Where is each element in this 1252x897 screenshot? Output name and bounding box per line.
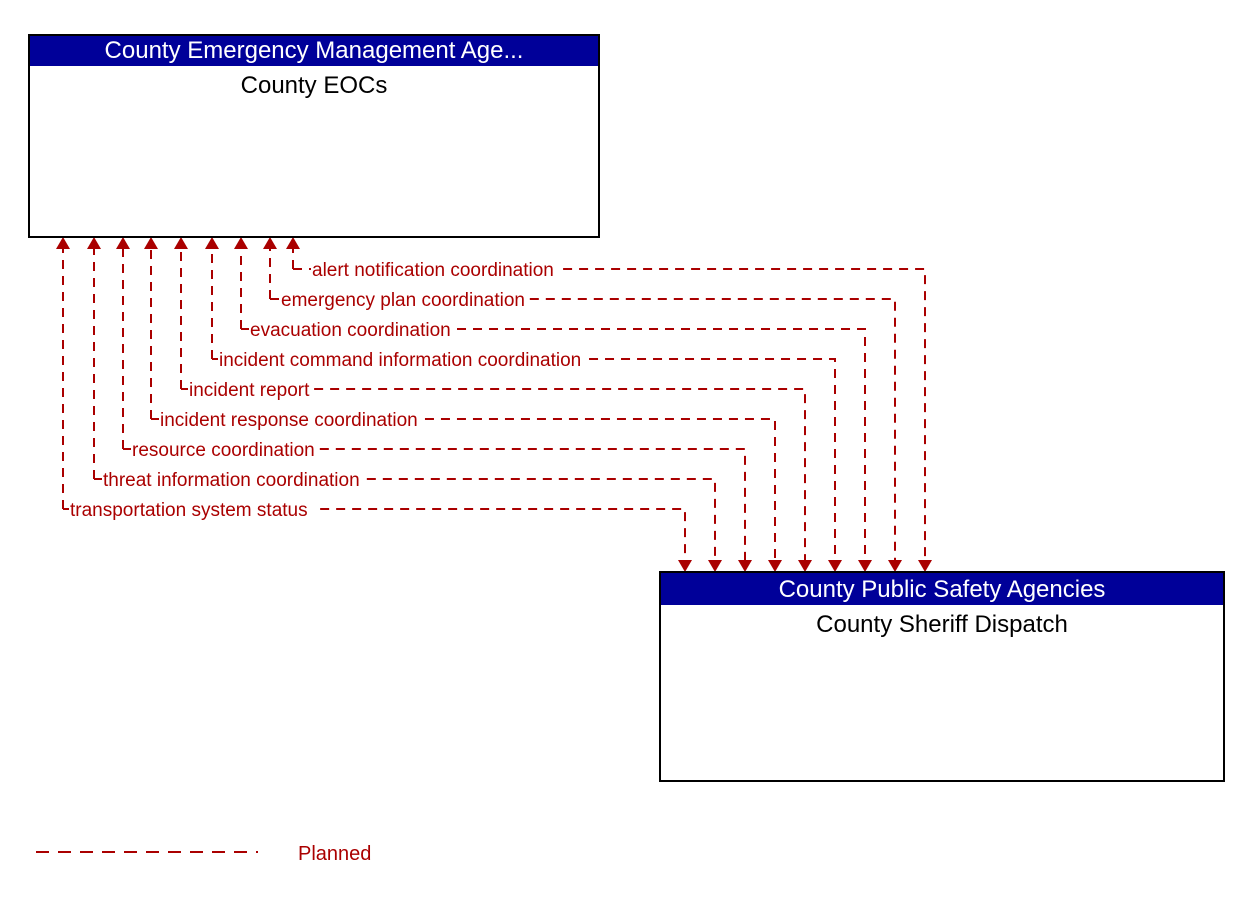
flow-line-down-alert-notification-coordination (563, 268, 926, 560)
flow-line-down-transportation-system-status (320, 508, 686, 560)
arrowhead-into-target-incident-command-information-coordination (828, 560, 842, 572)
flow-line-down-resource-coordination (319, 448, 746, 560)
arrowhead-into-source-evacuation-coordination (234, 237, 248, 249)
flow-label-incident-report: incident report (189, 380, 310, 401)
arrowhead-into-target-evacuation-coordination (858, 560, 872, 572)
diagram-canvas: alert notification coordination emergency… (28, 34, 1225, 865)
source-box-header-label: County Emergency Management Age... (105, 37, 524, 64)
flow-line-down-incident-response-coordination (424, 418, 776, 560)
legend-label-planned: Planned (298, 843, 371, 865)
flow-line-down-threat-information-coordination (366, 478, 716, 560)
target-box-name-label: County Sheriff Dispatch (816, 611, 1068, 638)
arrowhead-into-target-resource-coordination (738, 560, 752, 572)
arrowhead-into-target-threat-information-coordination (708, 560, 722, 572)
arrowhead-into-source-incident-command-information-coordination (205, 237, 219, 249)
arrowhead-into-source-incident-report (174, 237, 188, 249)
arrowheads-group (56, 237, 932, 572)
arrowhead-into-source-emergency-plan-coordination (263, 237, 277, 249)
flow-line-down-emergency-plan-coordination (529, 298, 896, 560)
arrowhead-into-target-incident-response-coordination (768, 560, 782, 572)
arrowhead-into-target-alert-notification-coordination (918, 560, 932, 572)
arrowhead-into-source-resource-coordination (116, 237, 130, 249)
architecture-flow-diagram: alert notification coordination emergency… (0, 0, 1252, 897)
arrowhead-into-source-incident-response-coordination (144, 237, 158, 249)
flow-label-resource-coordination: resource coordination (132, 440, 315, 461)
target-box[interactable]: County Public Safety Agencies County She… (659, 571, 1225, 782)
arrowhead-into-source-threat-information-coordination (87, 237, 101, 249)
flow-label-alert-notification-coordination: alert notification coordination (312, 260, 554, 281)
arrowhead-into-source-transportation-system-status (56, 237, 70, 249)
arrowhead-into-target-incident-report (798, 560, 812, 572)
arrowhead-into-source-alert-notification-coordination (286, 237, 300, 249)
target-box-header-label: County Public Safety Agencies (779, 576, 1106, 603)
arrowhead-into-target-transportation-system-status (678, 560, 692, 572)
legend: Planned (36, 843, 371, 865)
source-box[interactable]: County Emergency Management Age... Count… (28, 34, 600, 238)
flow-label-transportation-system-status: transportation system status (70, 500, 308, 521)
flow-label-evacuation-coordination: evacuation coordination (250, 320, 451, 341)
flow-label-threat-information-coordination: threat information coordination (103, 470, 360, 491)
flow-labels-group: alert notification coordination emergency… (70, 260, 581, 521)
flow-label-incident-command-information-coordination: incident command information coordinatio… (219, 350, 581, 371)
flow-label-incident-response-coordination: incident response coordination (160, 410, 418, 431)
arrowhead-into-target-emergency-plan-coordination (888, 560, 902, 572)
source-box-name-label: County EOCs (241, 72, 388, 99)
flow-label-emergency-plan-coordination: emergency plan coordination (281, 290, 525, 311)
